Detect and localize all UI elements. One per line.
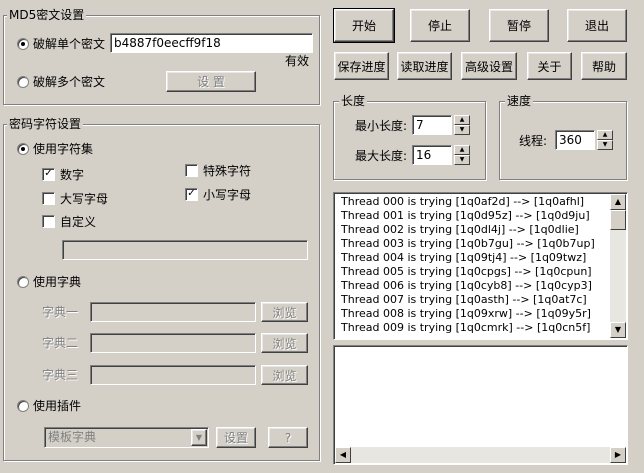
max-length-input[interactable]: 16 — [412, 145, 452, 165]
plugin-help-button[interactable]: ? — [268, 427, 308, 448]
spin-down-icon[interactable]: ▼ — [454, 155, 470, 165]
log-line: Thread 002 is trying [1q0dl4j] --> [1q0d… — [341, 223, 579, 236]
dict3-browse-button[interactable]: 浏览 — [261, 365, 308, 385]
log-line: Thread 007 is trying [1q0asth] --> [1q0a… — [341, 293, 587, 306]
scroll-down-icon[interactable]: ▼ — [610, 322, 626, 338]
threads-spinner[interactable]: ▲ ▼ — [597, 130, 613, 150]
valid-status: 有效 — [285, 54, 310, 68]
use-dict-label[interactable]: 使用字典 — [33, 275, 81, 289]
use-plugin-label[interactable]: 使用插件 — [33, 399, 81, 413]
lowercase-label[interactable]: 小写字母 — [203, 188, 251, 202]
scroll-up-icon[interactable]: ▲ — [610, 194, 626, 210]
use-charset-label[interactable]: 使用字符集 — [33, 142, 93, 156]
start-button[interactable]: 开始 — [333, 8, 395, 43]
lowercase-checkbox[interactable]: ✓ — [185, 188, 198, 201]
advanced-settings-button[interactable]: 高级设置 — [461, 52, 517, 80]
max-length-label: 最大长度: — [355, 149, 408, 163]
output-box[interactable]: ◀ ▶ — [333, 345, 628, 465]
use-charset-radio[interactable] — [17, 143, 29, 155]
uppercase-label[interactable]: 大写字母 — [60, 192, 108, 206]
digits-checkbox[interactable]: ✓ — [42, 168, 55, 181]
log-line: Thread 003 is trying [1q0b7gu] --> [1q0b… — [341, 237, 595, 250]
chevron-down-icon: ▼ — [195, 433, 203, 442]
spin-up-icon[interactable]: ▲ — [597, 130, 613, 140]
spin-down-icon[interactable]: ▼ — [597, 140, 613, 150]
spin-up-icon[interactable]: ▲ — [454, 115, 470, 125]
log-line: Thread 005 is trying [1q0cpgs] --> [1q0c… — [341, 265, 592, 278]
scroll-thumb[interactable] — [610, 210, 626, 230]
exit-button[interactable]: 退出 — [567, 9, 627, 42]
stop-button[interactable]: 停止 — [410, 9, 470, 42]
plugin-settings-button[interactable]: 设置 — [216, 427, 256, 448]
log-scrollbar[interactable]: ▲ ▼ — [610, 194, 626, 338]
about-button[interactable]: 关于 — [527, 52, 572, 80]
max-length-spinner[interactable]: ▲ ▼ — [454, 145, 470, 165]
hash-input[interactable]: b4887f0eecff9f18 — [110, 33, 313, 53]
spin-up-icon[interactable]: ▲ — [454, 145, 470, 155]
log-line: Thread 004 is trying [1q09tj4] --> [1q09… — [341, 251, 587, 264]
dict3-label: 字典三 — [42, 368, 79, 382]
speed-group-title: 速度 — [505, 94, 534, 108]
plugin-select-dropdown[interactable]: ▼ — [191, 429, 207, 446]
single-hash-radio[interactable] — [17, 38, 29, 50]
log-line: Thread 000 is trying [1q0af2d] --> [1q0a… — [341, 195, 585, 208]
dict2-browse-button[interactable]: 浏览 — [261, 333, 308, 353]
load-progress-button[interactable]: 读取进度 — [397, 52, 452, 80]
threads-input[interactable]: 360 — [555, 130, 595, 150]
single-hash-label[interactable]: 破解单个密文 — [33, 37, 105, 51]
custom-label[interactable]: 自定义 — [60, 215, 96, 229]
pause-button[interactable]: 暂停 — [489, 9, 549, 42]
length-group — [333, 101, 486, 180]
log-line: Thread 001 is trying [1q0d95z] --> [1q0d… — [341, 209, 590, 222]
log-line: Thread 009 is trying [1q0cmrk] --> [1q0c… — [341, 321, 591, 334]
help-button[interactable]: 帮助 — [581, 52, 627, 80]
uppercase-checkbox[interactable] — [42, 192, 55, 205]
md5-settings-group — [3, 15, 320, 105]
scroll-left-icon[interactable]: ◀ — [335, 447, 351, 463]
digits-label[interactable]: 数字 — [60, 168, 84, 182]
thread-log[interactable]: Thread 000 is trying [1q0af2d] --> [1q0a… — [333, 192, 628, 340]
use-dict-radio[interactable] — [17, 276, 29, 288]
dict2-label: 字典二 — [42, 336, 79, 350]
output-hscrollbar[interactable]: ◀ ▶ — [335, 447, 626, 463]
dict3-input[interactable] — [90, 365, 256, 385]
multi-hash-settings-button[interactable]: 设 置 — [166, 71, 256, 92]
use-plugin-radio[interactable] — [17, 400, 29, 412]
dict1-browse-button[interactable]: 浏览 — [261, 302, 308, 322]
scroll-right-icon[interactable]: ▶ — [610, 447, 626, 463]
dict1-label: 字典一 — [42, 305, 79, 319]
md5-group-title: MD5密文设置 — [7, 8, 87, 22]
length-group-title: 长度 — [339, 94, 368, 108]
min-length-label: 最小长度: — [355, 119, 408, 133]
charset-group-title: 密码字符设置 — [7, 117, 84, 131]
multi-hash-radio[interactable] — [17, 76, 29, 88]
multi-hash-label[interactable]: 破解多个密文 — [33, 75, 105, 89]
plugin-select-value: 模板字典 — [48, 430, 97, 444]
special-checkbox[interactable] — [185, 164, 198, 177]
save-progress-button[interactable]: 保存进度 — [334, 52, 389, 80]
plugin-select[interactable]: 模板字典 — [44, 427, 209, 448]
custom-charset-input[interactable] — [62, 240, 308, 260]
log-line: Thread 006 is trying [1q0cyb8] --> [1q0c… — [341, 279, 592, 292]
threads-label: 线程: — [519, 134, 548, 148]
min-length-input[interactable]: 7 — [412, 115, 452, 135]
dict1-input[interactable] — [90, 302, 256, 322]
spin-down-icon[interactable]: ▼ — [454, 125, 470, 135]
min-length-spinner[interactable]: ▲ ▼ — [454, 115, 470, 135]
dict2-input[interactable] — [90, 333, 256, 353]
special-label[interactable]: 特殊字符 — [203, 164, 251, 178]
log-line: Thread 008 is trying [1q09xrw] --> [1q09… — [341, 307, 591, 320]
custom-checkbox[interactable] — [42, 215, 55, 228]
